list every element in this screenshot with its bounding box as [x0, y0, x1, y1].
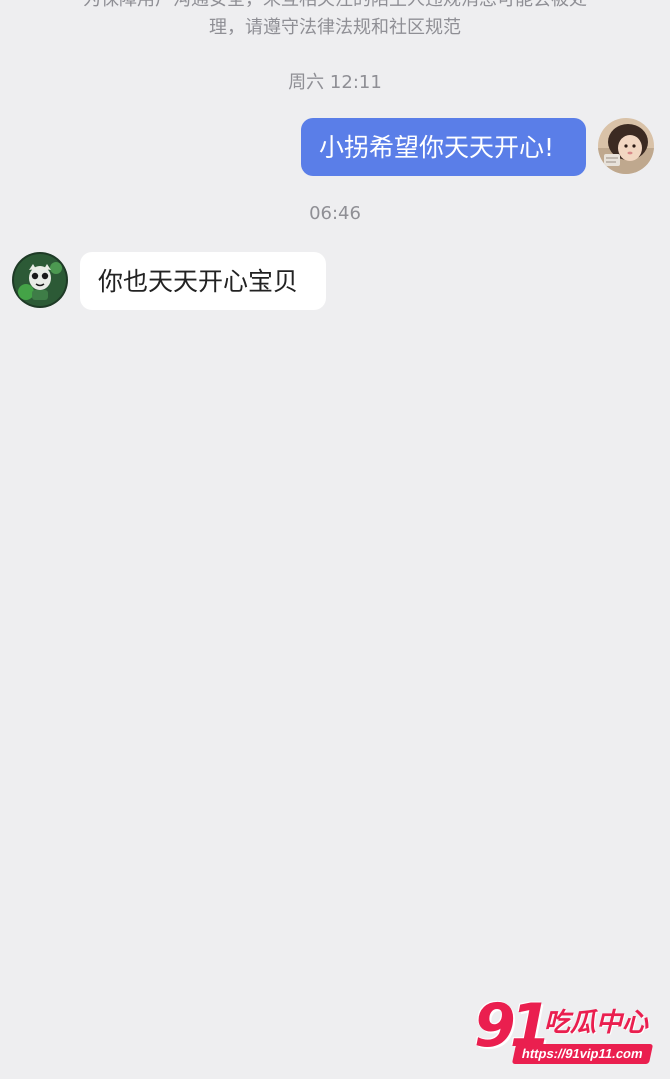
my-avatar-icon[interactable] [598, 118, 654, 174]
system-notice-line-2: 理，请遵守法律法规和社区规范 [209, 17, 461, 38]
system-notice: 为保障用户沟通安全，未互相关注的陌生人违规消息可能会被处 理，请遵守法律法规和社… [0, 0, 670, 42]
watermark-url: https://91vip11.com [511, 1044, 653, 1064]
sent-message-bubble[interactable]: 小拐希望你天天开心! [301, 118, 586, 176]
chat-screen: 为保障用户沟通安全，未互相关注的陌生人违规消息可能会被处 理，请遵守法律法规和社… [0, 0, 670, 1079]
message-timestamp: 周六 12:11 [288, 72, 382, 93]
message-timestamp: 06:46 [309, 203, 361, 224]
watermark-logo: 91 吃瓜中心 https://91vip11.com [474, 996, 664, 1072]
system-notice-line-1: 为保障用户沟通安全，未互相关注的陌生人违规消息可能会被处 [0, 0, 670, 14]
contact-avatar-icon[interactable] [12, 252, 68, 308]
received-message-bubble[interactable]: 你也天天开心宝贝 [80, 252, 326, 310]
watermark-name: 吃瓜中心 [544, 1008, 649, 1038]
